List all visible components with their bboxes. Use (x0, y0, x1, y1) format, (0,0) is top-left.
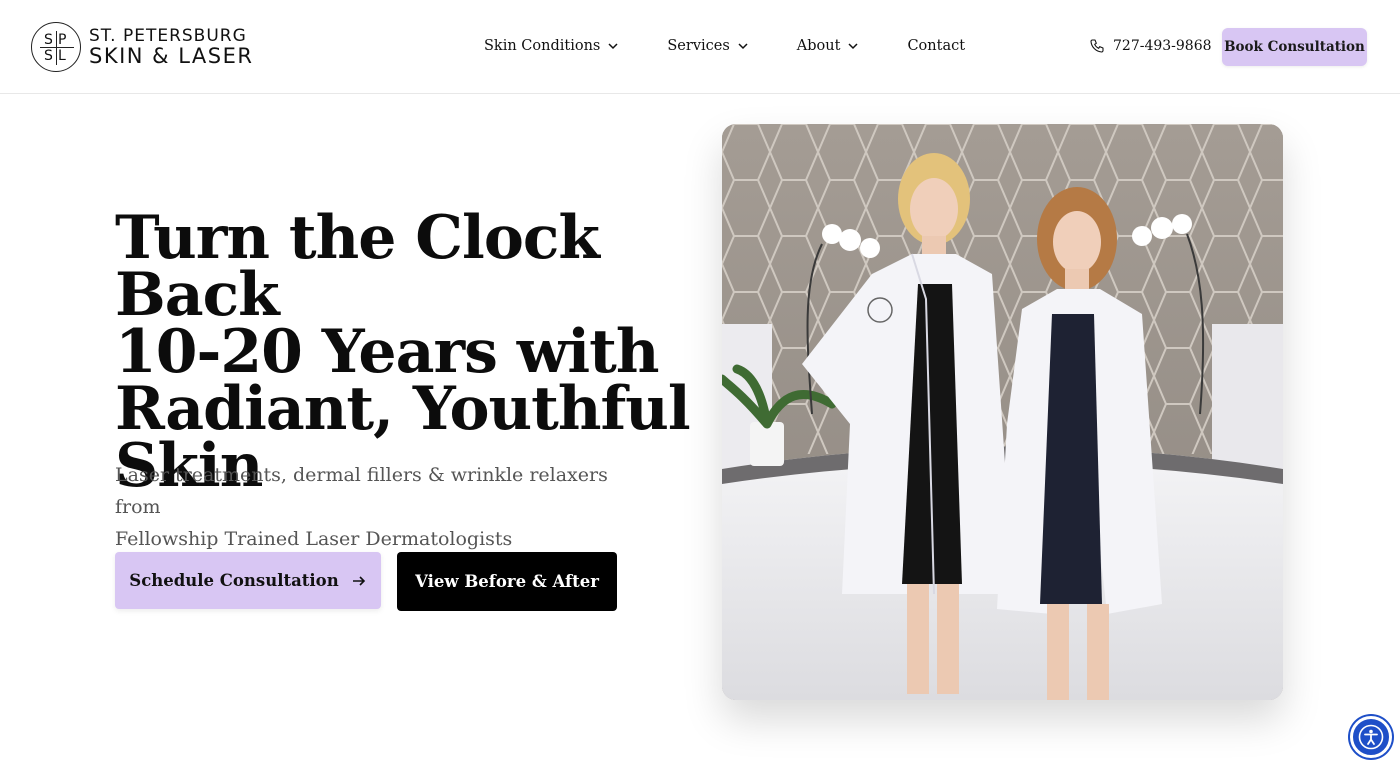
chevron-down-icon (848, 43, 858, 50)
arrow-right-icon (352, 575, 365, 586)
accessibility-icon (1358, 724, 1384, 750)
nav-item-services[interactable]: Services (667, 38, 748, 54)
nav-item-label: Skin Conditions (484, 38, 601, 54)
chevron-down-icon (608, 43, 618, 50)
doctors-photo (722, 124, 1283, 700)
schedule-consultation-button[interactable]: Schedule Consultation (115, 552, 381, 609)
site-logo[interactable]: S P S L ST. PETERSBURG SKIN & LASER (31, 22, 253, 72)
chevron-down-icon (738, 43, 748, 50)
nav-item-label: Contact (907, 38, 966, 54)
nav-item-contact[interactable]: Contact (907, 38, 965, 54)
subheadline-line: Laser treatments, dermal fillers & wrink… (115, 464, 608, 518)
nav-item-label: Services (667, 38, 730, 54)
logo-monogram-icon: S P S L (31, 22, 81, 72)
book-consultation-button[interactable]: Book Consultation (1222, 28, 1367, 66)
hero-subheadline: Laser treatments, dermal fillers & wrink… (115, 459, 655, 555)
logo-line-2: SKIN & LASER (89, 44, 254, 68)
hero-headline: Turn the Clock Back 10-20 Years with Rad… (115, 208, 695, 496)
accessibility-button[interactable] (1350, 716, 1392, 758)
phone-link[interactable]: 727-493-9868 (1089, 38, 1212, 54)
nav-item-label: About (796, 38, 841, 54)
logo-line-1: ST. PETERSBURG (89, 26, 247, 46)
headline-line: Turn the Clock Back (115, 203, 600, 330)
site-header: S P S L ST. PETERSBURG SKIN & LASER Skin… (0, 0, 1400, 94)
phone-icon (1090, 39, 1104, 53)
view-before-after-button[interactable]: View Before & After (397, 552, 617, 611)
schedule-consultation-label: Schedule Consultation (129, 571, 339, 590)
nav-item-skin-conditions[interactable]: Skin Conditions (484, 38, 619, 54)
main-nav: Skin Conditions Services About Contact (484, 38, 965, 54)
logo-text: ST. PETERSBURG SKIN & LASER (89, 27, 253, 67)
nav-item-about[interactable]: About (797, 38, 860, 54)
phone-number: 727-493-9868 (1113, 38, 1212, 54)
subheadline-line: Fellowship Trained Laser Dermatologists (115, 528, 513, 550)
